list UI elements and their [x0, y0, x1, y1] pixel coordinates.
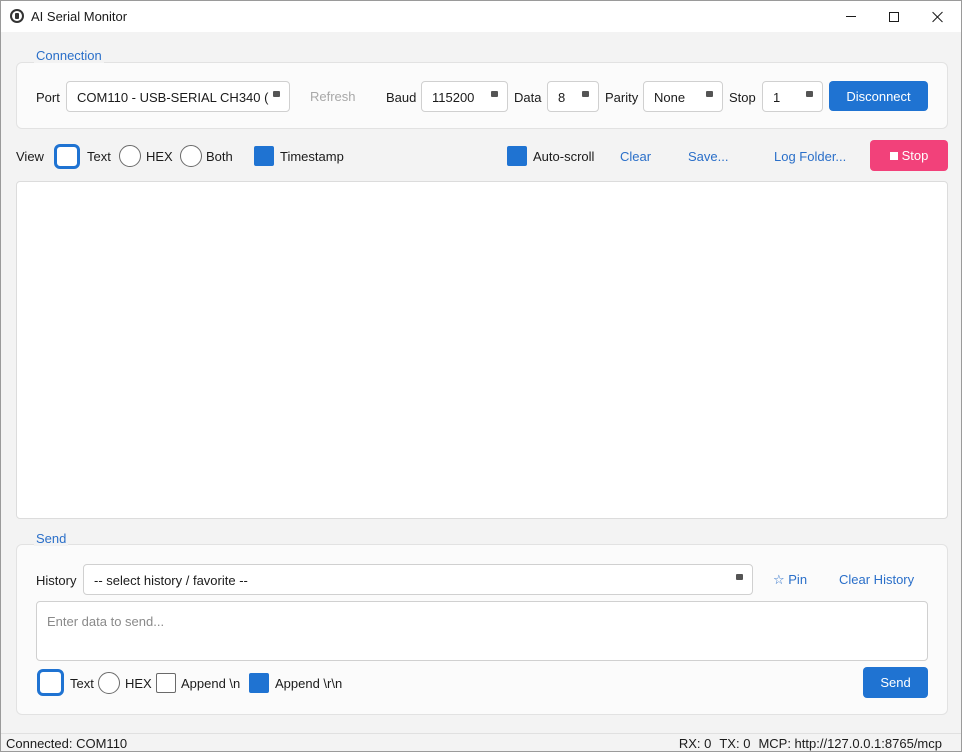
view-hex-label: HEX [146, 149, 173, 164]
append-rn-label: Append \r\n [275, 676, 343, 691]
chevron-down-icon [736, 574, 743, 580]
refresh-button[interactable]: Refresh [310, 89, 356, 104]
data-bits-select[interactable]: 8 [547, 81, 599, 112]
port-select[interactable]: COM110 - USB-SERIAL CH340 ( [66, 81, 290, 112]
send-button[interactable]: Send [863, 667, 928, 698]
stop-logging-button[interactable]: Stop [870, 140, 948, 171]
data-bits-label: Data [514, 90, 542, 105]
autoscroll-label: Auto-scroll [533, 149, 595, 164]
data-bits-select-value: 8 [558, 90, 566, 105]
window-title: AI Serial Monitor [31, 9, 128, 24]
view-label: View [16, 149, 44, 164]
chevron-down-icon [491, 91, 498, 97]
baud-label: Baud [386, 90, 417, 105]
view-both-radio[interactable] [180, 145, 202, 167]
send-hex-label: HEX [125, 676, 152, 691]
timestamp-label: Timestamp [280, 149, 344, 164]
append-n-checkbox[interactable] [156, 673, 176, 693]
chevron-down-icon [273, 91, 280, 97]
clear-log-button[interactable]: Clear [620, 149, 651, 164]
status-bar: Connected: COM110 RX: 0 TX: 0 MCP: http:… [1, 733, 961, 751]
send-button-label: Send [880, 675, 911, 690]
close-button[interactable] [915, 1, 961, 32]
parity-select-value: None [654, 90, 686, 105]
tx-counter: TX: 0 [719, 736, 751, 751]
chevron-down-icon [806, 91, 813, 97]
stop-logging-button-label: Stop [901, 148, 929, 163]
timestamp-checkbox[interactable] [254, 146, 274, 166]
send-text-radio[interactable] [37, 669, 64, 696]
close-icon [932, 11, 944, 23]
history-select-value: -- select history / favorite -- [94, 573, 248, 588]
title-bar: AI Serial Monitor [1, 1, 961, 32]
chevron-down-icon [706, 91, 713, 97]
send-data-input[interactable] [36, 601, 928, 661]
save-log-button[interactable]: Save... [688, 149, 728, 164]
view-text-radio[interactable] [54, 144, 80, 169]
view-text-label: Text [87, 149, 111, 164]
autoscroll-checkbox[interactable] [507, 146, 527, 166]
port-select-value: COM110 - USB-SERIAL CH340 ( [77, 90, 269, 105]
stop-icon [889, 151, 898, 160]
view-hex-radio[interactable] [119, 145, 141, 167]
maximize-button[interactable] [871, 1, 917, 32]
history-select[interactable]: -- select history / favorite -- [83, 564, 753, 595]
app-logo-icon [10, 9, 24, 23]
send-text-label: Text [70, 676, 94, 691]
maximize-icon [889, 11, 899, 22]
stop-bits-label: Stop [729, 90, 756, 105]
rx-counter: RX: 0 [678, 736, 712, 751]
port-label: Port [36, 90, 60, 105]
stop-bits-select-value: 1 [773, 90, 781, 105]
append-n-label: Append \n [181, 676, 241, 691]
mcp-endpoint: MCP: http://127.0.0.1:8765/mcp [758, 736, 942, 751]
log-folder-button[interactable]: Log Folder... [774, 149, 846, 164]
send-hex-radio[interactable] [98, 672, 120, 694]
send-group-title: Send [34, 531, 69, 546]
status-right-group: RX: 0 TX: 0 MCP: http://127.0.0.1:8765/m… [679, 736, 942, 751]
clear-history-button[interactable]: Clear History [839, 572, 914, 587]
pin-button[interactable]: ☆ Pin [773, 572, 807, 588]
parity-select[interactable]: None [643, 81, 723, 112]
app-window: AI Serial Monitor Connection Port COM110… [0, 0, 962, 752]
baud-select[interactable]: 115200 [421, 81, 508, 112]
stop-bits-select[interactable]: 1 [762, 81, 823, 112]
chevron-down-icon [582, 91, 589, 97]
serial-output-area[interactable] [16, 181, 948, 519]
connection-status: Connected: COM110 [6, 736, 128, 751]
append-rn-checkbox[interactable] [249, 673, 269, 693]
minimize-icon [846, 16, 856, 17]
minimize-button[interactable] [828, 1, 874, 32]
disconnect-button[interactable]: Disconnect [829, 81, 928, 111]
parity-label: Parity [605, 90, 639, 105]
disconnect-button-label: Disconnect [846, 88, 911, 104]
view-both-label: Both [206, 149, 233, 164]
connection-group-title: Connection [34, 48, 104, 63]
baud-select-value: 115200 [432, 90, 475, 105]
history-label: History [36, 573, 77, 588]
